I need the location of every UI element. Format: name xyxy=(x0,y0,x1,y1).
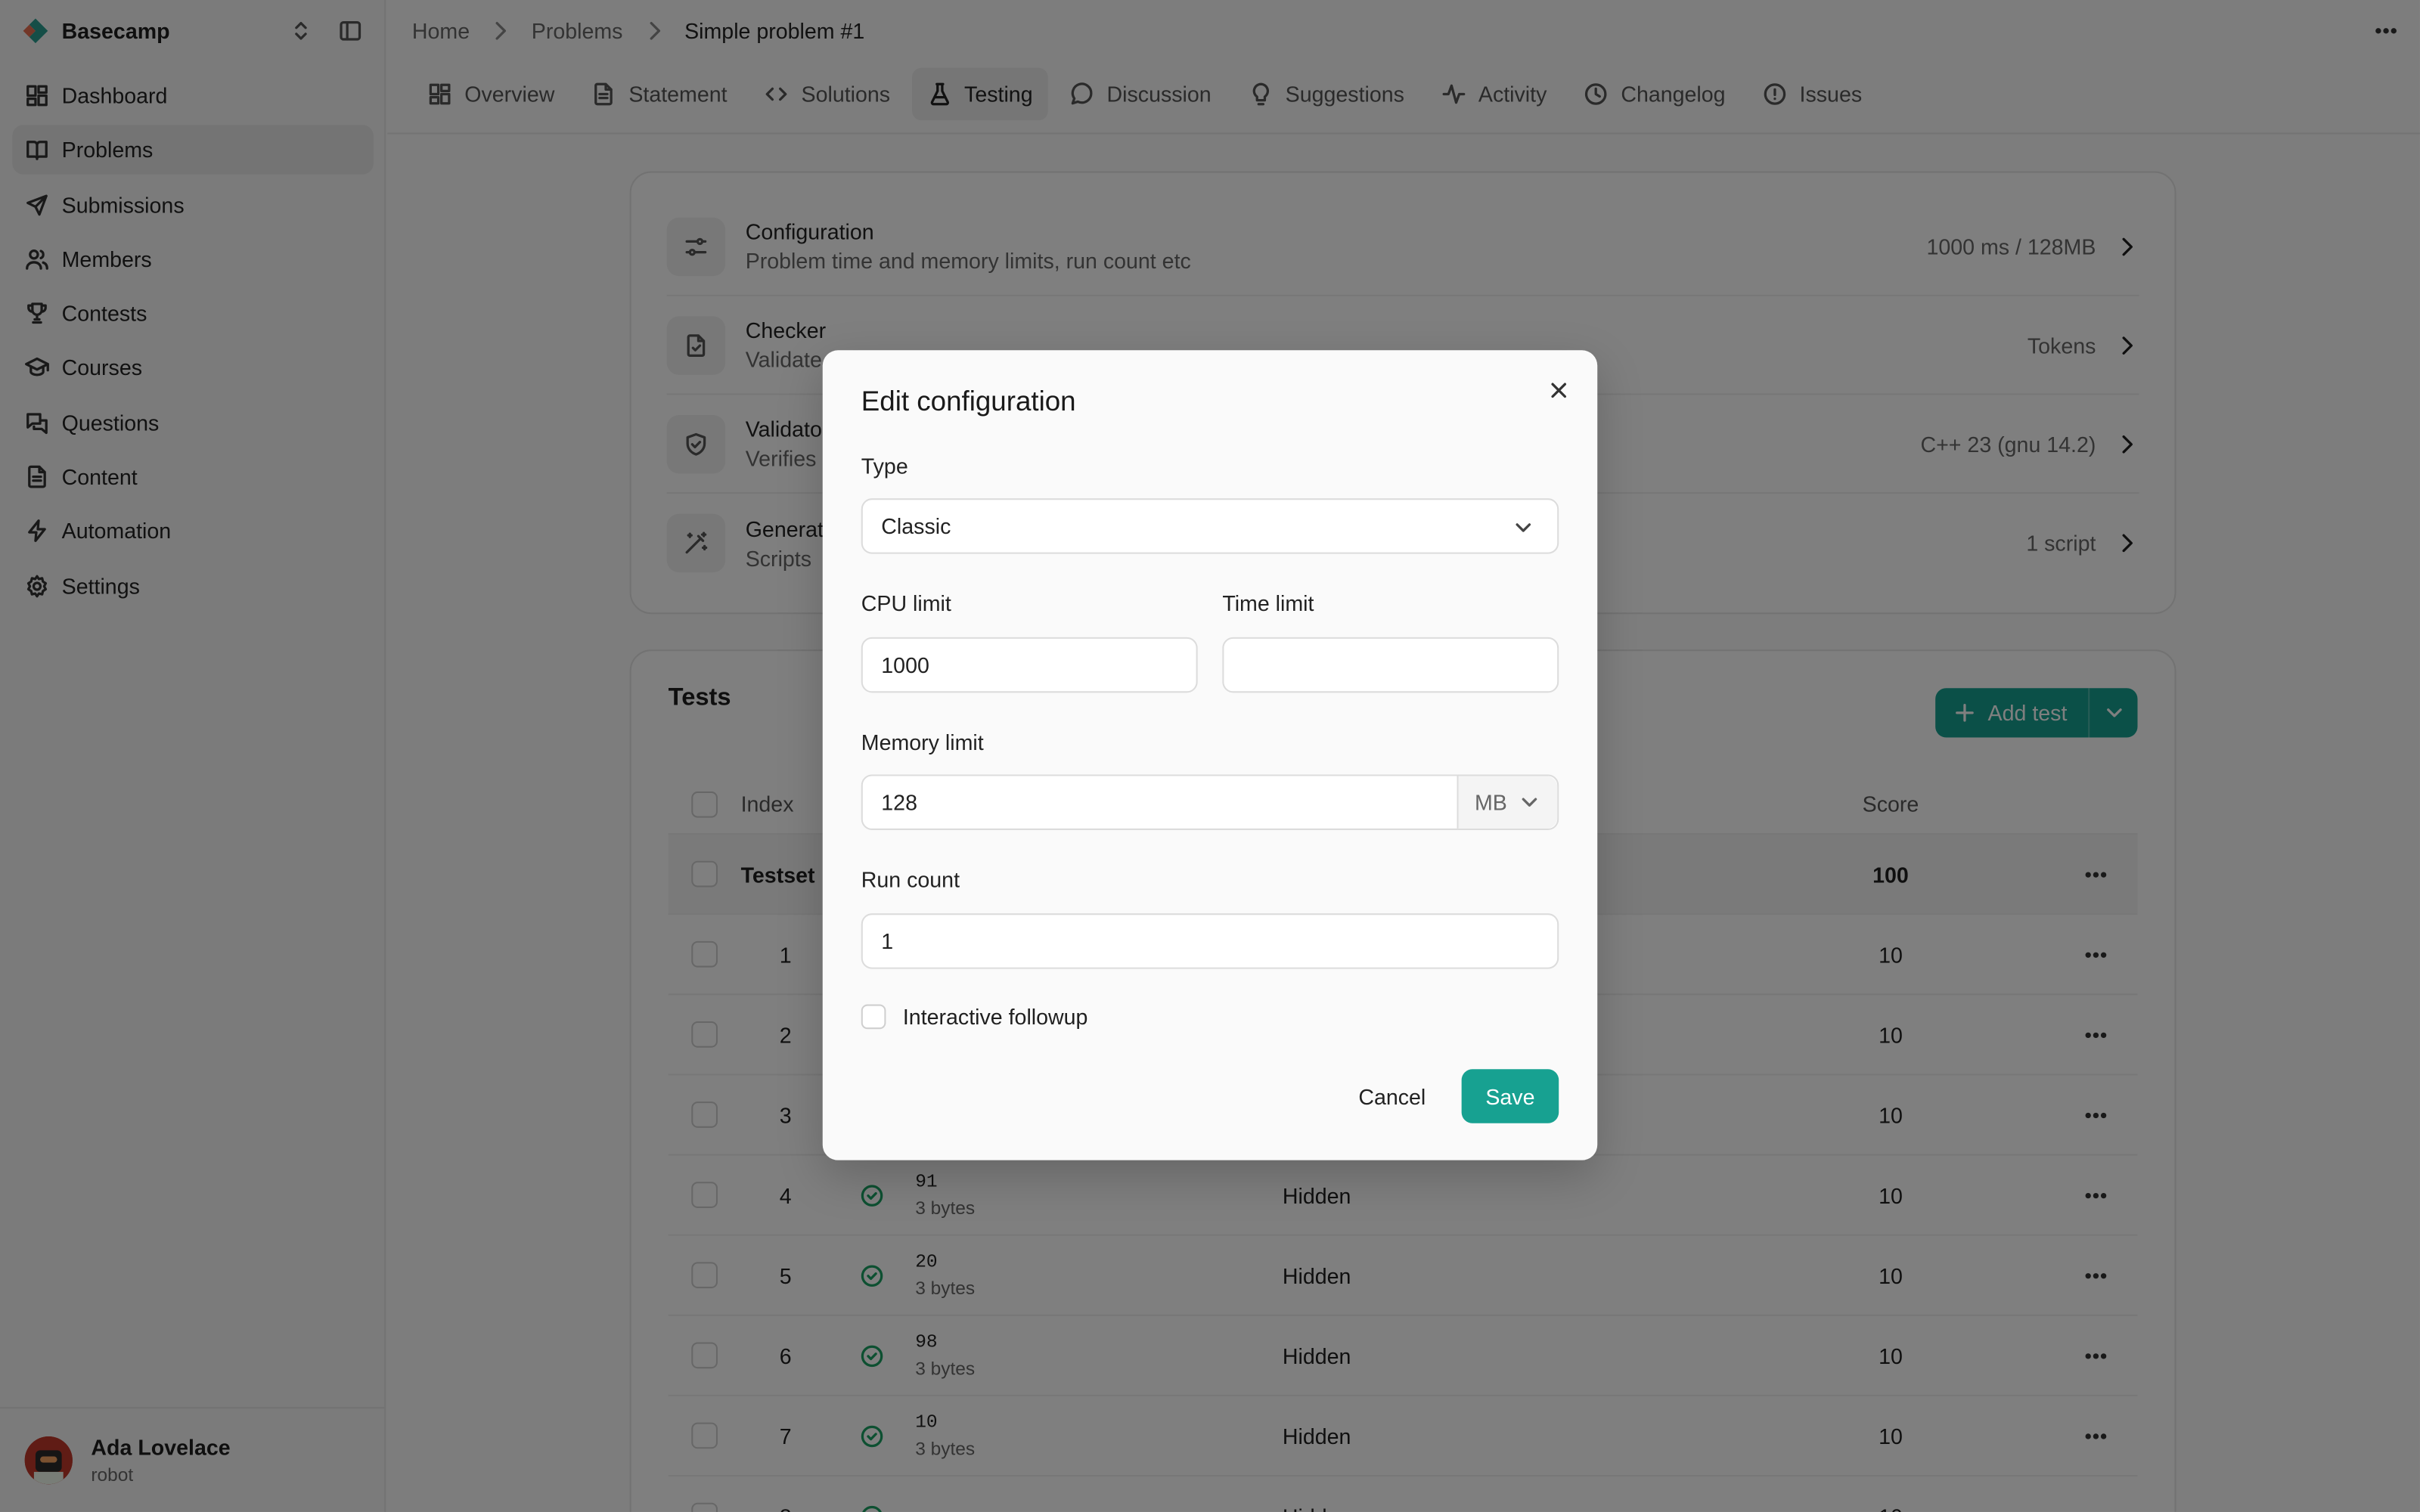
chevron-down-icon xyxy=(1521,798,1537,807)
type-label: Type xyxy=(861,453,908,479)
type-select-value: Classic xyxy=(881,513,951,539)
run-count-value: 1 xyxy=(881,928,894,954)
cpu-limit-label: CPU limit xyxy=(861,590,951,616)
app-root: Basecamp Dashboard Problems Submissions … xyxy=(0,0,2420,1512)
dialog-title: Edit configuration xyxy=(861,386,1076,417)
type-select[interactable]: Classic xyxy=(861,498,1559,554)
cancel-button[interactable]: Cancel xyxy=(1339,1069,1444,1123)
interactive-followup-label: Interactive followup xyxy=(902,1004,1088,1030)
memory-unit-value: MB xyxy=(1474,789,1507,815)
memory-unit-select[interactable]: MB xyxy=(1457,776,1558,829)
interactive-followup-option[interactable]: Interactive followup xyxy=(861,1004,1088,1030)
run-count-input[interactable]: 1 xyxy=(861,913,1559,969)
save-button[interactable]: Save xyxy=(1461,1069,1559,1123)
cpu-limit-value: 1000 xyxy=(881,652,929,677)
interactive-followup-checkbox[interactable] xyxy=(861,1004,886,1030)
time-limit-label: Time limit xyxy=(1222,590,1314,616)
run-count-label: Run count xyxy=(861,866,960,892)
edit-configuration-dialog: Edit configuration Type Classic CPU limi… xyxy=(822,350,1598,1160)
cpu-limit-input[interactable]: 1000 xyxy=(861,637,1198,693)
memory-limit-input[interactable]: 128 MB xyxy=(861,774,1559,830)
close-icon[interactable] xyxy=(1547,378,1571,403)
memory-limit-label: Memory limit xyxy=(861,730,984,754)
time-limit-input[interactable] xyxy=(1222,637,1559,693)
chevron-down-icon xyxy=(1516,523,1531,532)
memory-limit-value: 128 xyxy=(881,789,917,815)
